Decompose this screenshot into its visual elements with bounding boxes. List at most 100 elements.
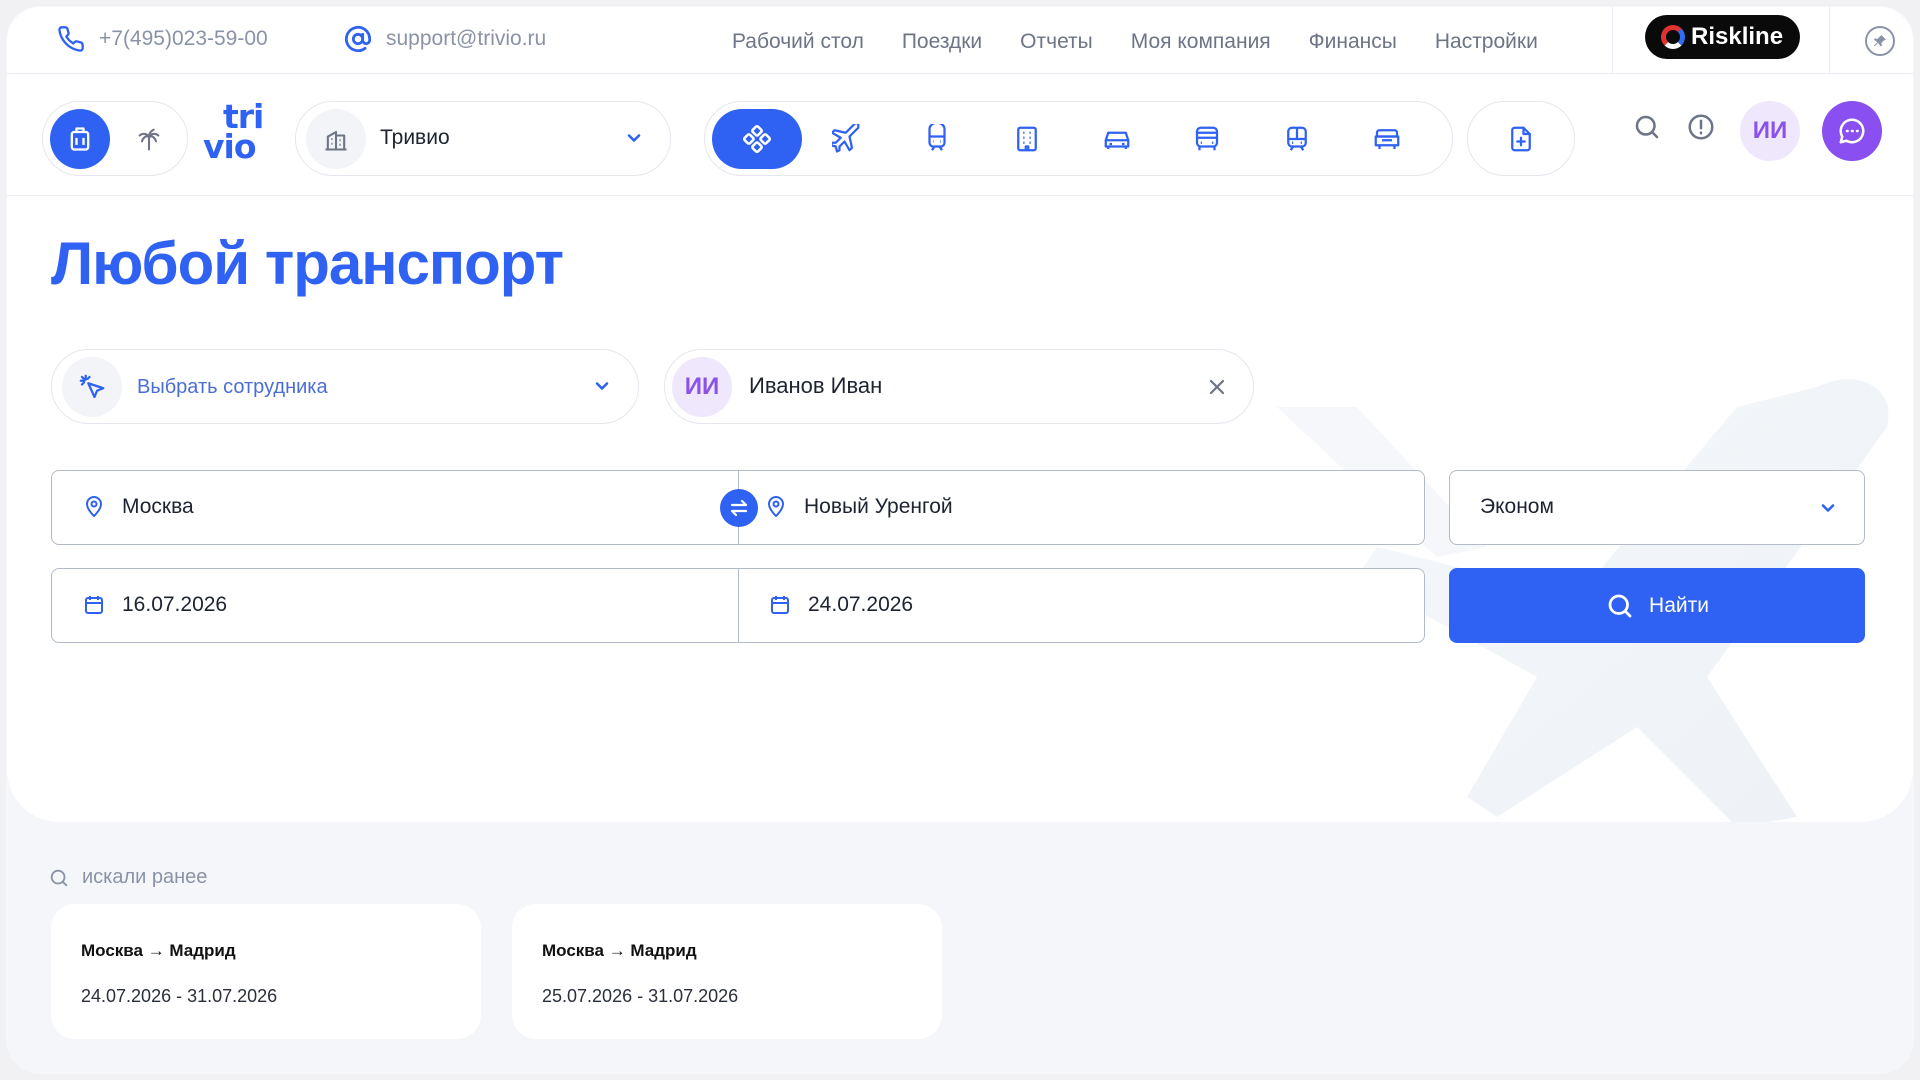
recent-route: Москва → Мадрид: [81, 941, 236, 960]
recent-dates: 25.07.2026 - 31.07.2026: [542, 986, 739, 1006]
recent-search-card[interactable]: Москва → Мадрид 24.07.2026 - 31.07.2026: [51, 904, 481, 1039]
employee-select[interactable]: Выбрать сотрудника: [51, 349, 639, 424]
from-field[interactable]: Москва: [82, 495, 194, 519]
tab-any-transport[interactable]: [712, 109, 802, 169]
chevron-down-icon: [627, 134, 641, 142]
to-field[interactable]: Новый Уренгой: [764, 495, 953, 519]
search-panel: +7(495)023-59-00 support@trivio.ru Рабоч…: [7, 7, 1913, 822]
business-trip-button[interactable]: [50, 109, 110, 169]
tram-icon: [1287, 126, 1307, 151]
briefcase-icon: [70, 127, 90, 151]
phone-contact[interactable]: +7(495)023-59-00: [57, 25, 268, 53]
employee-placeholder: Выбрать сотрудника: [137, 376, 328, 398]
date-from-field[interactable]: 16.07.2026: [82, 593, 227, 617]
trip-mode-switch: [42, 101, 188, 176]
tab-bus[interactable]: [1162, 109, 1252, 169]
building-icon: [325, 130, 347, 151]
tab-transfer[interactable]: [1342, 109, 1432, 169]
cursor-click-icon: [79, 374, 105, 399]
leisure-trip-button[interactable]: [119, 109, 179, 169]
calendar-icon: [771, 596, 789, 614]
close-icon[interactable]: [1205, 375, 1229, 399]
nav-finance[interactable]: Финансы: [1309, 30, 1397, 54]
divider: [1612, 7, 1613, 74]
calendar-icon: [85, 596, 103, 614]
swap-button[interactable]: [720, 489, 758, 527]
company-select[interactable]: Тривио: [295, 101, 671, 176]
date-fields: 16.07.2026 24.07.2026: [51, 568, 1425, 643]
employee-name: Иванов Иван: [749, 373, 883, 398]
add-document-icon: [1511, 126, 1531, 151]
phone-icon: [58, 26, 84, 52]
chevron-down-icon: [1821, 504, 1835, 512]
header-bar: tri vio Тривио ИИ: [7, 74, 1913, 196]
recent-searches-header: искали ранее: [48, 866, 207, 889]
bus-icon: [1195, 126, 1219, 151]
hotel-icon: [1017, 126, 1037, 152]
email-address: support@trivio.ru: [386, 27, 547, 50]
info-button[interactable]: [1686, 112, 1716, 147]
date-to-field[interactable]: 24.07.2026: [768, 593, 913, 617]
search-button[interactable]: [1632, 112, 1662, 147]
recent-dates: 24.07.2026 - 31.07.2026: [81, 986, 278, 1006]
tab-hotel[interactable]: [982, 109, 1072, 169]
date-from-value: 16.07.2026: [122, 593, 228, 616]
user-avatar[interactable]: ИИ: [1740, 101, 1800, 161]
riskline-label: Riskline: [1691, 23, 1784, 50]
plane-icon: [832, 124, 860, 153]
nav-dashboard[interactable]: Рабочий стол: [732, 30, 864, 54]
cursor-icon-wrap: [62, 357, 122, 417]
page-title: Любой транспорт: [51, 230, 564, 297]
tab-rail[interactable]: [892, 109, 982, 169]
any-transport-icon: [742, 124, 772, 154]
to-value: Новый Уренгой: [804, 495, 953, 518]
riskline-logo-icon: [1661, 25, 1685, 49]
find-button[interactable]: Найти: [1449, 568, 1865, 643]
transport-type-tabs: [704, 101, 1453, 176]
class-value: Эконом: [1480, 495, 1554, 518]
field-divider: [738, 569, 739, 642]
nav-trips[interactable]: Поездки: [902, 30, 982, 54]
recent-label: искали ранее: [82, 866, 208, 888]
chevron-down-icon: [595, 382, 609, 390]
nav-settings[interactable]: Настройки: [1435, 30, 1538, 54]
chat-button[interactable]: [1822, 101, 1882, 161]
company-icon-wrap: [306, 109, 366, 169]
location-pin-icon: [86, 496, 102, 517]
recent-search-card[interactable]: Москва → Мадрид 25.07.2026 - 31.07.2026: [512, 904, 942, 1039]
location-pin-icon: [768, 496, 784, 517]
info-icon: [1688, 114, 1714, 140]
train-icon: [928, 124, 946, 151]
trivio-logo[interactable]: tri vio: [203, 100, 264, 163]
riskline-button[interactable]: Riskline: [1645, 15, 1800, 59]
search-icon: [50, 869, 68, 886]
tab-avia[interactable]: [802, 109, 892, 169]
email-contact[interactable]: support@trivio.ru: [344, 25, 546, 53]
class-select[interactable]: Эконом: [1449, 470, 1865, 545]
employee-avatar: ИИ: [672, 357, 732, 417]
search-icon: [1635, 115, 1659, 139]
transfer-icon: [1374, 129, 1400, 149]
at-icon: [345, 25, 372, 53]
pin-icon: [1874, 35, 1886, 47]
date-to-value: 24.07.2026: [808, 593, 914, 616]
tab-car[interactable]: [1072, 109, 1162, 169]
recent-route: Москва → Мадрид: [542, 941, 697, 960]
app-frame: +7(495)023-59-00 support@trivio.ru Рабоч…: [0, 0, 1920, 1080]
nav-reports[interactable]: Отчеты: [1020, 30, 1093, 54]
top-bar: +7(495)023-59-00 support@trivio.ru Рабоч…: [7, 7, 1913, 74]
selected-employee-chip: ИИ Иванов Иван: [664, 349, 1254, 424]
new-request-button[interactable]: [1467, 101, 1575, 176]
route-fields: Москва Новый Уренгой: [51, 470, 1425, 545]
find-label: Найти: [1649, 593, 1709, 617]
swap-arrows-icon: [730, 499, 748, 517]
pin-button[interactable]: [1865, 26, 1895, 56]
tab-tram[interactable]: [1252, 109, 1342, 169]
search-icon: [1608, 594, 1632, 617]
car-icon: [1104, 131, 1130, 149]
from-value: Москва: [122, 495, 194, 518]
phone-number: +7(495)023-59-00: [99, 27, 268, 50]
company-name: Тривио: [380, 126, 450, 149]
nav-my-company[interactable]: Моя компания: [1131, 30, 1271, 54]
divider: [1829, 7, 1830, 74]
